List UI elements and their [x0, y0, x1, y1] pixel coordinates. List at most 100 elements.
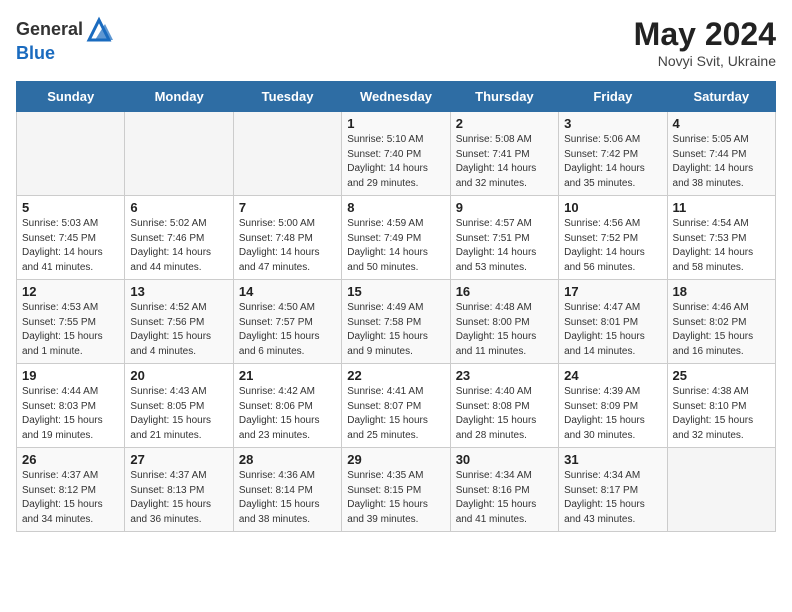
col-header-thursday: Thursday	[450, 82, 558, 112]
calendar-day-27: 27 Sunrise: 4:37 AM Sunset: 8:13 PM Dayli…	[125, 448, 233, 532]
col-header-friday: Friday	[559, 82, 667, 112]
calendar-day-14: 14Sunrise: 4:50 AM Sunset: 7:57 PM Dayli…	[233, 280, 341, 364]
day-number: 2	[456, 116, 553, 131]
day-number: 4	[673, 116, 770, 131]
calendar-day-1: 1Sunrise: 5:10 AM Sunset: 7:40 PM Daylig…	[342, 112, 450, 196]
calendar-day-11: 11 Sunrise: 4:54 AM Sunset: 7:53 PM Dayli…	[667, 196, 775, 280]
calendar-day-20: 20Sunrise: 4:43 AM Sunset: 8:05 PM Dayli…	[125, 364, 233, 448]
logo-general: General	[16, 20, 83, 40]
day-info: Sunrise: 4:48 AM Sunset: 8:00 PM Dayligh…	[456, 301, 553, 359]
calendar-day-3: 3 Sunrise: 5:06 AM Sunset: 7:42 PM Daylig…	[559, 112, 667, 196]
day-number: 6	[130, 200, 227, 215]
location-subtitle: Novyi Svit, Ukraine	[634, 53, 776, 69]
day-info: Sunrise: 4:44 AM Sunset: 8:03 PM Dayligh…	[22, 385, 119, 443]
day-info: Sunrise: 5:03 AM Sunset: 7:45 PM Dayligh…	[22, 217, 119, 275]
calendar-week-row: 19Sunrise: 4:44 AM Sunset: 8:03 PM Dayli…	[17, 364, 776, 448]
logo-icon	[85, 16, 113, 44]
day-number: 5	[22, 200, 119, 215]
calendar-empty-cell	[667, 448, 775, 532]
day-info: Sunrise: 4:35 AM Sunset: 8:15 PM Dayligh…	[347, 469, 444, 527]
day-number: 1	[347, 116, 444, 131]
day-info: Sunrise: 5:05 AM Sunset: 7:44 PM Dayligh…	[673, 133, 770, 191]
col-header-tuesday: Tuesday	[233, 82, 341, 112]
calendar-day-25: 25 Sunrise: 4:38 AM Sunset: 8:10 PM Dayli…	[667, 364, 775, 448]
calendar-day-29: 29 Sunrise: 4:35 AM Sunset: 8:15 PM Dayli…	[342, 448, 450, 532]
calendar-day-19: 19Sunrise: 4:44 AM Sunset: 8:03 PM Dayli…	[17, 364, 125, 448]
day-number: 23	[456, 368, 553, 383]
day-info: Sunrise: 5:02 AM Sunset: 7:46 PM Dayligh…	[130, 217, 227, 275]
day-number: 12	[22, 284, 119, 299]
day-number: 13	[130, 284, 227, 299]
logo: General Blue	[16, 16, 113, 64]
calendar-day-30: 30 Sunrise: 4:34 AM Sunset: 8:16 PM Dayli…	[450, 448, 558, 532]
calendar-day-6: 6 Sunrise: 5:02 AM Sunset: 7:46 PM Daylig…	[125, 196, 233, 280]
logo-blue: Blue	[16, 44, 113, 64]
day-info: Sunrise: 5:00 AM Sunset: 7:48 PM Dayligh…	[239, 217, 336, 275]
day-info: Sunrise: 4:53 AM Sunset: 7:55 PM Dayligh…	[22, 301, 119, 359]
calendar-week-row: 1Sunrise: 5:10 AM Sunset: 7:40 PM Daylig…	[17, 112, 776, 196]
calendar-day-10: 10 Sunrise: 4:56 AM Sunset: 7:52 PM Dayli…	[559, 196, 667, 280]
calendar-day-5: 5 Sunrise: 5:03 AM Sunset: 7:45 PM Daylig…	[17, 196, 125, 280]
day-number: 3	[564, 116, 661, 131]
day-number: 7	[239, 200, 336, 215]
day-number: 25	[673, 368, 770, 383]
day-info: Sunrise: 4:50 AM Sunset: 7:57 PM Dayligh…	[239, 301, 336, 359]
calendar-header-row: SundayMondayTuesdayWednesdayThursdayFrid…	[17, 82, 776, 112]
day-info: Sunrise: 4:57 AM Sunset: 7:51 PM Dayligh…	[456, 217, 553, 275]
day-info: Sunrise: 4:47 AM Sunset: 8:01 PM Dayligh…	[564, 301, 661, 359]
calendar-week-row: 26Sunrise: 4:37 AM Sunset: 8:12 PM Dayli…	[17, 448, 776, 532]
calendar-day-9: 9 Sunrise: 4:57 AM Sunset: 7:51 PM Daylig…	[450, 196, 558, 280]
col-header-wednesday: Wednesday	[342, 82, 450, 112]
day-info: Sunrise: 4:37 AM Sunset: 8:13 PM Dayligh…	[130, 469, 227, 527]
day-number: 17	[564, 284, 661, 299]
calendar-empty-cell	[233, 112, 341, 196]
day-info: Sunrise: 4:42 AM Sunset: 8:06 PM Dayligh…	[239, 385, 336, 443]
calendar-day-31: 31 Sunrise: 4:34 AM Sunset: 8:17 PM Dayli…	[559, 448, 667, 532]
header: General Blue May 2024 Novyi Svit, Ukrain…	[16, 16, 776, 69]
day-number: 9	[456, 200, 553, 215]
day-number: 30	[456, 452, 553, 467]
calendar-day-13: 13 Sunrise: 4:52 AM Sunset: 7:56 PM Dayli…	[125, 280, 233, 364]
day-number: 11	[673, 200, 770, 215]
day-number: 28	[239, 452, 336, 467]
calendar-day-17: 17 Sunrise: 4:47 AM Sunset: 8:01 PM Dayli…	[559, 280, 667, 364]
calendar-day-28: 28 Sunrise: 4:36 AM Sunset: 8:14 PM Dayli…	[233, 448, 341, 532]
col-header-sunday: Sunday	[17, 82, 125, 112]
calendar-day-4: 4 Sunrise: 5:05 AM Sunset: 7:44 PM Daylig…	[667, 112, 775, 196]
day-number: 29	[347, 452, 444, 467]
calendar-day-22: 22Sunrise: 4:41 AM Sunset: 8:07 PM Dayli…	[342, 364, 450, 448]
day-info: Sunrise: 4:38 AM Sunset: 8:10 PM Dayligh…	[673, 385, 770, 443]
month-title: May 2024	[634, 16, 776, 53]
col-header-monday: Monday	[125, 82, 233, 112]
day-info: Sunrise: 4:54 AM Sunset: 7:53 PM Dayligh…	[673, 217, 770, 275]
calendar-empty-cell	[125, 112, 233, 196]
col-header-saturday: Saturday	[667, 82, 775, 112]
day-info: Sunrise: 4:59 AM Sunset: 7:49 PM Dayligh…	[347, 217, 444, 275]
calendar-week-row: 12 Sunrise: 4:53 AM Sunset: 7:55 PM Dayli…	[17, 280, 776, 364]
day-number: 24	[564, 368, 661, 383]
day-info: Sunrise: 4:52 AM Sunset: 7:56 PM Dayligh…	[130, 301, 227, 359]
day-info: Sunrise: 4:34 AM Sunset: 8:17 PM Dayligh…	[564, 469, 661, 527]
day-number: 16	[456, 284, 553, 299]
day-info: Sunrise: 5:06 AM Sunset: 7:42 PM Dayligh…	[564, 133, 661, 191]
calendar-table: SundayMondayTuesdayWednesdayThursdayFrid…	[16, 81, 776, 532]
day-info: Sunrise: 4:43 AM Sunset: 8:05 PM Dayligh…	[130, 385, 227, 443]
day-info: Sunrise: 4:56 AM Sunset: 7:52 PM Dayligh…	[564, 217, 661, 275]
day-info: Sunrise: 4:37 AM Sunset: 8:12 PM Dayligh…	[22, 469, 119, 527]
day-number: 10	[564, 200, 661, 215]
calendar-day-16: 16 Sunrise: 4:48 AM Sunset: 8:00 PM Dayli…	[450, 280, 558, 364]
day-info: Sunrise: 4:39 AM Sunset: 8:09 PM Dayligh…	[564, 385, 661, 443]
day-number: 27	[130, 452, 227, 467]
day-number: 31	[564, 452, 661, 467]
day-number: 21	[239, 368, 336, 383]
day-info: Sunrise: 4:40 AM Sunset: 8:08 PM Dayligh…	[456, 385, 553, 443]
day-info: Sunrise: 4:34 AM Sunset: 8:16 PM Dayligh…	[456, 469, 553, 527]
day-info: Sunrise: 4:49 AM Sunset: 7:58 PM Dayligh…	[347, 301, 444, 359]
day-info: Sunrise: 4:36 AM Sunset: 8:14 PM Dayligh…	[239, 469, 336, 527]
day-info: Sunrise: 4:41 AM Sunset: 8:07 PM Dayligh…	[347, 385, 444, 443]
page: General Blue May 2024 Novyi Svit, Ukrain…	[0, 0, 792, 548]
calendar-day-23: 23 Sunrise: 4:40 AM Sunset: 8:08 PM Dayli…	[450, 364, 558, 448]
calendar-day-24: 24 Sunrise: 4:39 AM Sunset: 8:09 PM Dayli…	[559, 364, 667, 448]
calendar-week-row: 5 Sunrise: 5:03 AM Sunset: 7:45 PM Daylig…	[17, 196, 776, 280]
calendar-day-7: 7 Sunrise: 5:00 AM Sunset: 7:48 PM Daylig…	[233, 196, 341, 280]
